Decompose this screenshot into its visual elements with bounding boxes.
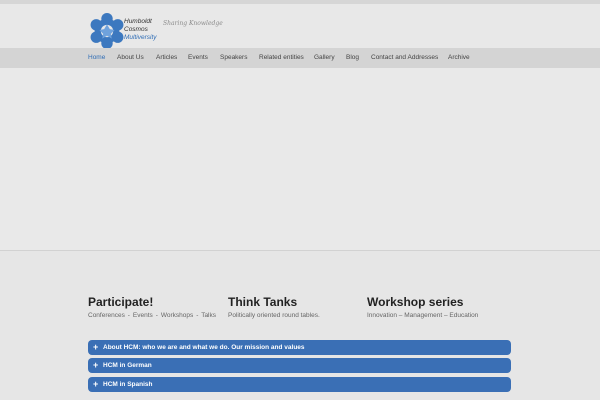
accordion-hcm-german[interactable]: + HCM in German — [88, 358, 511, 373]
site-header: Humboldt Cosmos Multiversity Sharing Kno… — [0, 4, 600, 50]
section-divider — [0, 250, 600, 251]
brand-line-3: Multiversity — [124, 33, 157, 41]
nav-item-speakers[interactable]: Speakers — [220, 54, 247, 61]
nav-item-about-us[interactable]: About Us — [117, 54, 144, 61]
nav-item-blog[interactable]: Blog — [346, 54, 359, 61]
plus-icon: + — [93, 342, 99, 352]
nav-item-related-entities[interactable]: Related entities — [259, 54, 304, 61]
nav-item-contact[interactable]: Contact and Addresses — [371, 54, 438, 61]
nav-item-archive[interactable]: Archive — [448, 54, 470, 61]
feature-workshop-series: Workshop series Innovation – Management … — [367, 295, 512, 320]
feature-title[interactable]: Workshop series — [367, 295, 512, 309]
feature-title[interactable]: Participate! — [88, 295, 216, 309]
feature-text: Politically oriented round tables. — [228, 312, 320, 319]
brand-line-2: Cosmos — [124, 25, 148, 33]
accordion-label: HCM in Spanish — [103, 381, 153, 388]
feature-participate: Participate! Conferences - Events - Work… — [88, 295, 216, 320]
brand-line-1: Humboldt — [124, 18, 152, 25]
feature-think-tanks: Think Tanks Politically oriented round t… — [228, 295, 356, 320]
accordion-about-hcm[interactable]: + About HCM: who we are and what we do. … — [88, 340, 511, 355]
hero-banner — [0, 68, 600, 250]
accordion-label: About HCM: who we are and what we do. Ou… — [103, 344, 305, 351]
plus-icon: + — [93, 379, 99, 389]
nav-item-gallery[interactable]: Gallery — [314, 54, 335, 61]
main-nav: Home About Us Articles Events Speakers R… — [0, 48, 600, 68]
nav-item-events[interactable]: Events — [188, 54, 208, 61]
nav-item-articles[interactable]: Articles — [156, 54, 177, 61]
feature-title[interactable]: Think Tanks — [228, 295, 356, 309]
accordion-hcm-spanish[interactable]: + HCM in Spanish — [88, 377, 511, 392]
tagline: Sharing Knowledge — [163, 20, 223, 27]
logo-icon[interactable] — [88, 12, 126, 50]
nav-item-home[interactable]: Home — [88, 54, 105, 61]
feature-text: Conferences - Events - Workshops - Talks — [88, 312, 216, 319]
feature-text: Innovation – Management – Education — [367, 312, 479, 319]
accordion-label: HCM in German — [103, 362, 152, 369]
brand-name[interactable]: Humboldt Cosmos Multiversity — [124, 18, 157, 41]
plus-icon: + — [93, 360, 99, 370]
